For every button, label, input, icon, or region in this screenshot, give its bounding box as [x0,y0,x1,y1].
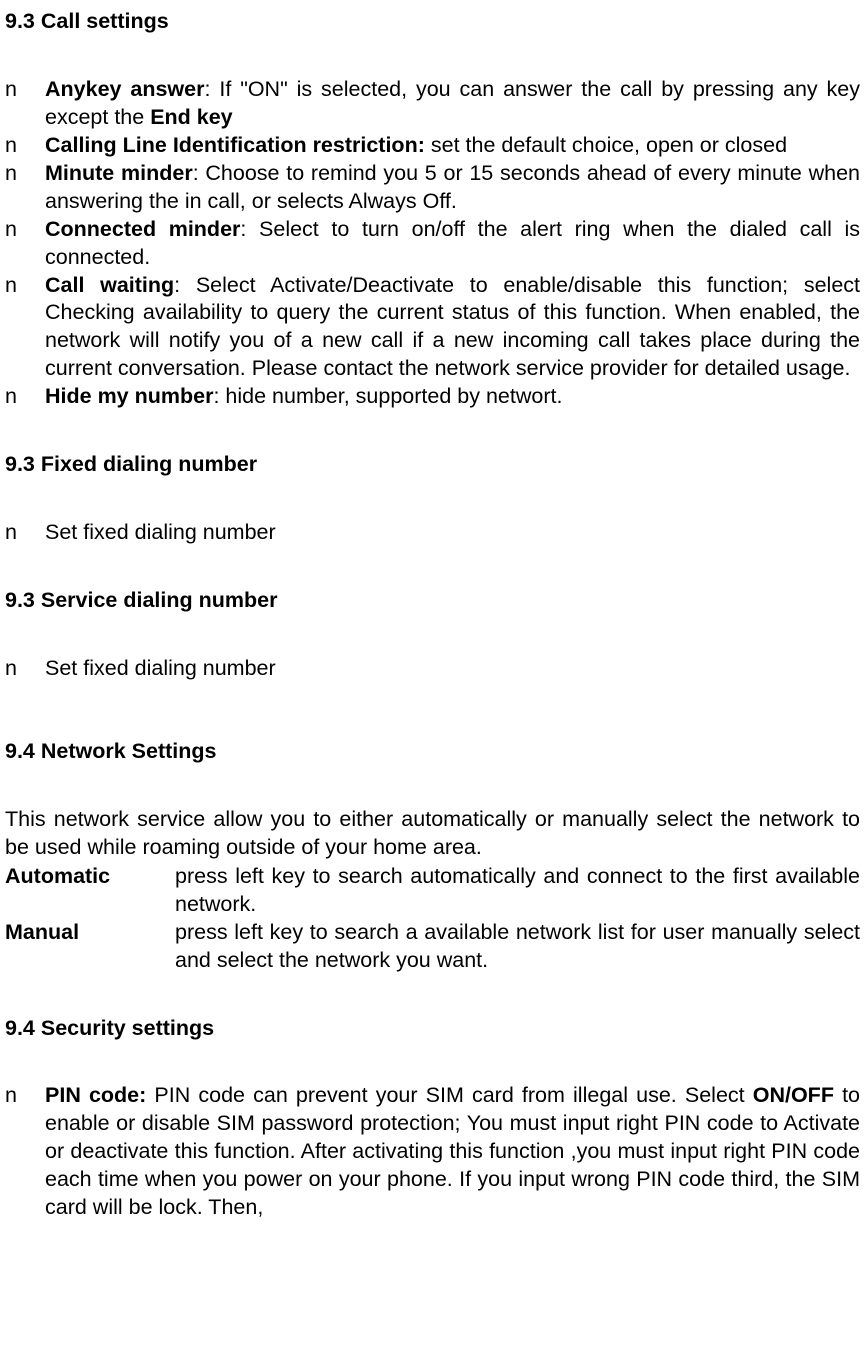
list-marker: n [5,160,45,216]
item-sep: : [193,161,206,185]
item-bold: Anykey answer [45,77,204,101]
definition-value: press left key to search automatically a… [175,863,860,919]
list-content: Connected minder: Select to turn on/off … [45,216,860,272]
heading-network-settings: 9.4 Network Settings [5,738,860,766]
definition-row: Manual press left key to search a availa… [5,919,860,975]
list-item: n Hide my number: hide number, supported… [5,383,860,411]
item-text: hide number, supported by networt. [225,384,562,408]
item-bold2: ON/OFF [753,1083,834,1107]
network-intro: This network service allow you to either… [5,806,860,862]
list-marker: n [5,272,45,384]
item-bold: Hide my number [45,384,213,408]
heading-service-dialing: 9.3 Service dialing number [5,587,860,615]
list-item: n PIN code: PIN code can prevent your SI… [5,1082,860,1222]
list-content: Minute minder: Choose to remind you 5 or… [45,160,860,216]
list-item: n Set fixed dialing number [5,655,860,683]
list-content: Call waiting: Select Activate/Deactivate… [45,272,860,384]
item-sep: : [174,273,196,297]
list-content: PIN code: PIN code can prevent your SIM … [45,1082,860,1222]
list-call-settings: n Anykey answer: If "ON" is selected, yo… [5,76,860,411]
heading-security-settings: 9.4 Security settings [5,1015,860,1043]
list-content: Hide my number: hide number, supported b… [45,383,860,411]
definition-row: Automatic press left key to search autom… [5,863,860,919]
list-marker: n [5,383,45,411]
definition-label-automatic: Automatic [5,863,175,919]
heading-call-settings: 9.3 Call settings [5,8,860,36]
item-bold: Connected minder [45,217,240,241]
list-item: n Anykey answer: If "ON" is selected, yo… [5,76,860,132]
list-marker: n [5,76,45,132]
list-content: Anykey answer: If "ON" is selected, you … [45,76,860,132]
list-content: Set fixed dialing number [45,655,860,683]
item-text: set the default choice, open or closed [431,133,787,157]
list-security: n PIN code: PIN code can prevent your SI… [5,1082,860,1222]
list-marker: n [5,655,45,683]
item-text: PIN code can prevent your SIM card from … [154,1083,752,1107]
item-sep: : [213,384,225,408]
list-service-dialing: n Set fixed dialing number [5,655,860,683]
item-sep: : [204,77,219,101]
item-bold: Calling Line Identification restriction: [45,133,425,157]
list-marker: n [5,216,45,272]
list-fixed-dialing: n Set fixed dialing number [5,519,860,547]
item-bold: Call waiting [45,273,174,297]
list-marker: n [5,1082,45,1222]
list-content: Set fixed dialing number [45,519,860,547]
list-item: n Set fixed dialing number [5,519,860,547]
heading-fixed-dialing: 9.3 Fixed dialing number [5,451,860,479]
list-item: n Connected minder: Select to turn on/of… [5,216,860,272]
definition-value: press left key to search a available net… [175,919,860,975]
item-bold2: End key [150,105,232,129]
item-sep: : [240,217,259,241]
definition-label-manual: Manual [5,919,175,975]
list-marker: n [5,519,45,547]
item-bold: PIN code: [45,1083,146,1107]
list-marker: n [5,132,45,160]
list-content: Calling Line Identification restriction:… [45,132,860,160]
list-item: n Call waiting: Select Activate/Deactiva… [5,272,860,384]
list-item: n Minute minder: Choose to remind you 5 … [5,160,860,216]
list-item: n Calling Line Identification restrictio… [5,132,860,160]
item-bold: Minute minder [45,161,193,185]
